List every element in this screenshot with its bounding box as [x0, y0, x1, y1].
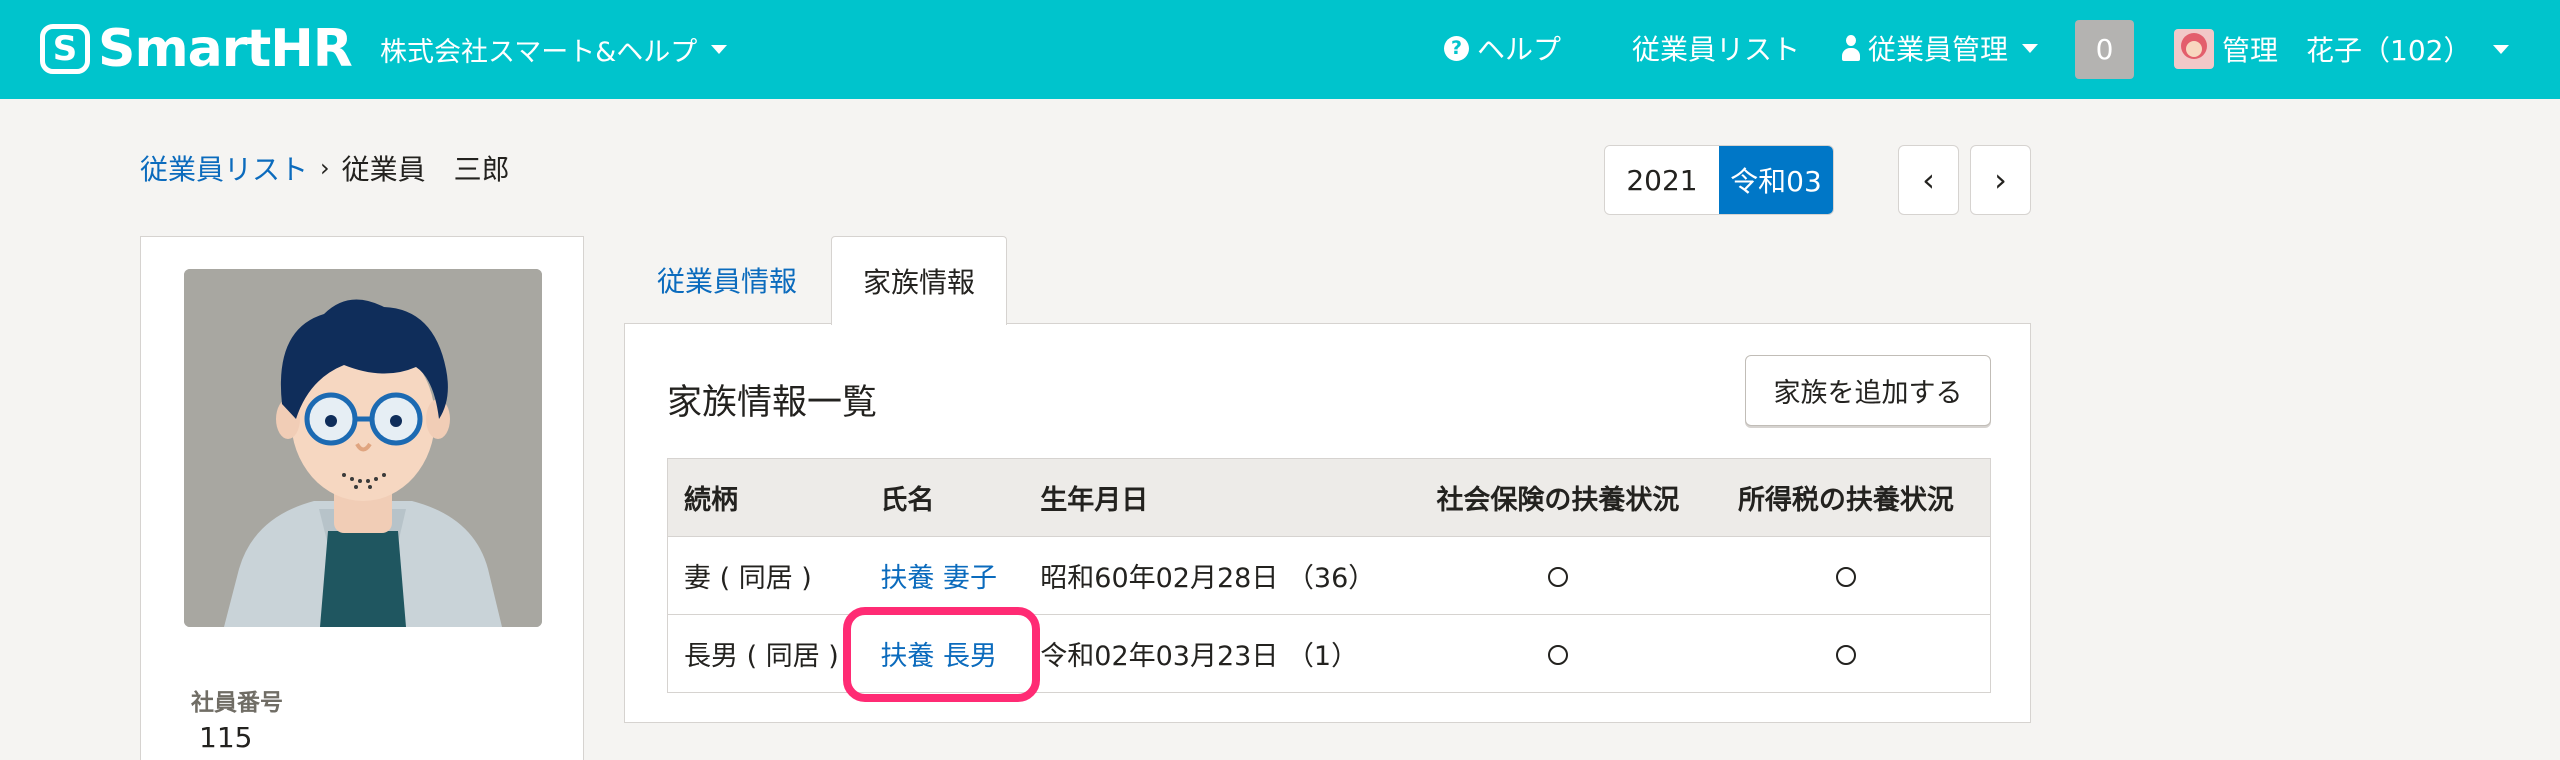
employee-list-link[interactable]: 従業員リスト — [1598, 28, 1800, 68]
employee-list-label: 従業員リスト — [1632, 33, 1801, 66]
user-name: 管理 花子（102） — [2222, 34, 2472, 67]
question-circle-icon: ? — [1444, 35, 1469, 61]
employee-number-label: 社員番号 — [191, 690, 283, 716]
social-insurance-cell — [1414, 536, 1702, 615]
employee-manage-label: 従業員管理 — [1868, 33, 2009, 66]
relation-cell: 長男 ( 同居 ) — [667, 614, 865, 693]
relation-cell: 妻 ( 同居 ) — [667, 536, 865, 615]
breadcrumb-current: 従業員 三郎 — [341, 153, 510, 186]
circle-mark-icon — [1835, 644, 1856, 665]
social-insurance-cell — [1414, 614, 1702, 693]
year-japanese-button[interactable]: 令和03 — [1719, 146, 1833, 214]
column-header-birthdate: 生年月日 — [1024, 458, 1415, 537]
user-avatar — [2174, 29, 2214, 69]
logo-text: SmartHR — [98, 19, 353, 79]
chevron-down-icon — [2022, 43, 2039, 53]
list-icon — [1598, 37, 1624, 59]
company-selector[interactable]: 株式会社スマート&ヘルプ — [380, 30, 728, 69]
column-header-income-tax: 所得税の扶養状況 — [1701, 458, 1991, 537]
family-member-link[interactable]: 扶養 妻子 — [880, 563, 997, 594]
next-year-button[interactable]: › — [1970, 145, 2031, 215]
family-table: 続柄 氏名 生年月日 社会保険の扶養状況 所得税の扶養状況 妻 ( 同居 ) 扶… — [667, 458, 1991, 693]
notification-badge[interactable]: 0 — [2075, 20, 2134, 79]
birthdate-cell: 昭和60年02月28日 （36） — [1024, 536, 1415, 615]
employee-avatar — [184, 269, 542, 627]
user-menu[interactable]: 管理 花子（102） — [2174, 29, 2510, 69]
user-icon — [1842, 35, 1860, 61]
circle-mark-icon — [1835, 566, 1856, 587]
family-list-title: 家族情報一覧 — [667, 383, 878, 423]
breadcrumb-employee-list[interactable]: 従業員リスト — [140, 148, 308, 188]
year-western-button[interactable]: 2021 — [1605, 146, 1719, 214]
column-header-social-insurance: 社会保険の扶養状況 — [1414, 458, 1702, 537]
name-cell: 扶養 長男 — [864, 614, 1025, 693]
circle-mark-icon — [1547, 566, 1568, 587]
app-header: S SmartHR 株式会社スマート&ヘルプ ? ヘルプ 従業員リスト 従業員管… — [0, 0, 2560, 99]
prev-year-button[interactable]: ‹ — [1898, 145, 1959, 215]
profile-card: 社員番号 115 — [140, 236, 584, 760]
breadcrumb: 従業員リスト › 従業員 三郎 — [140, 148, 510, 188]
avatar-illustration — [184, 269, 542, 627]
tab-family-info[interactable]: 家族情報 — [831, 236, 1007, 325]
family-info-panel: 家族情報一覧 家族を追加する 続柄 氏名 生年月日 社会保険の扶養状況 所得税の… — [624, 323, 2031, 723]
add-family-button[interactable]: 家族を追加する — [1745, 355, 1991, 426]
chevron-right-icon: › — [320, 154, 330, 182]
tab-employee-info[interactable]: 従業員情報 — [624, 236, 830, 324]
help-link[interactable]: ? ヘルプ — [1444, 28, 1561, 68]
circle-mark-icon — [1547, 644, 1568, 665]
table-header-row: 続柄 氏名 生年月日 社会保険の扶養状況 所得税の扶養状況 — [667, 458, 1991, 537]
table-row: 妻 ( 同居 ) 扶養 妻子 昭和60年02月28日 （36） — [667, 536, 1991, 615]
company-name: 株式会社スマート&ヘルプ — [380, 37, 698, 68]
chevron-left-icon: ‹ — [1922, 161, 1935, 199]
chevron-down-icon — [2493, 44, 2510, 54]
logo-mark-icon: S — [40, 24, 90, 74]
income-tax-cell — [1701, 614, 1991, 693]
smarthr-logo[interactable]: S SmartHR — [40, 19, 353, 79]
help-label: ヘルプ — [1477, 33, 1562, 66]
column-header-relation: 続柄 — [667, 458, 865, 537]
employee-manage-menu[interactable]: 従業員管理 — [1842, 28, 2039, 68]
family-member-link[interactable]: 扶養 長男 — [880, 641, 997, 672]
name-cell: 扶養 妻子 — [864, 536, 1025, 615]
birthdate-cell: 令和02年03月23日 （1） — [1024, 614, 1415, 693]
table-row: 長男 ( 同居 ) 扶養 長男 令和02年03月23日 （1） — [667, 614, 1991, 693]
column-header-name: 氏名 — [864, 458, 1025, 537]
year-switch: 2021 令和03 — [1604, 145, 1834, 215]
chevron-down-icon — [711, 45, 728, 54]
income-tax-cell — [1701, 536, 1991, 615]
chevron-right-icon: › — [1994, 161, 2007, 199]
employee-number-value: 115 — [199, 721, 253, 754]
